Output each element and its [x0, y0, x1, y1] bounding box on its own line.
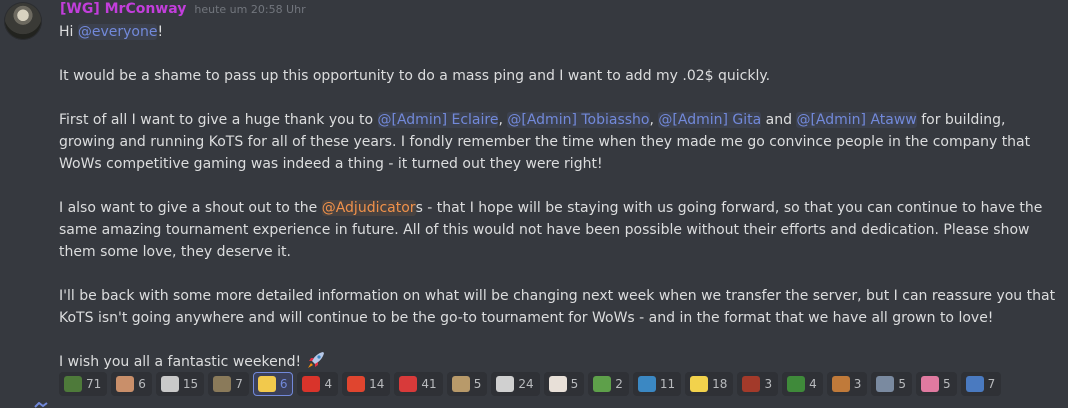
frog-face-emoji-icon	[787, 376, 806, 392]
avatar[interactable]	[4, 2, 42, 40]
reaction-cup[interactable]: 5	[543, 372, 585, 396]
reaction-soldier[interactable]: 7	[208, 372, 249, 396]
reaction-frog[interactable]: 71	[59, 372, 108, 396]
reaction-restroom[interactable]: 11	[632, 372, 682, 396]
reaction-ship-blue[interactable]: 7	[960, 372, 1002, 396]
p2-sep-3: and	[761, 112, 797, 128]
reaction-count: 3	[764, 377, 773, 391]
reaction-count: 3	[853, 377, 862, 391]
paragraph-3: I also want to give a shout out to the @…	[59, 197, 1059, 263]
reaction-count: 41	[421, 377, 437, 391]
reaction-person[interactable]: 3	[826, 372, 868, 396]
mention-ataww[interactable]: @[Admin] Ataww	[796, 112, 917, 128]
mention-everyone[interactable]: @everyone	[77, 24, 158, 40]
reaction-count: 5	[473, 377, 482, 391]
reaction-count: 7	[987, 377, 996, 391]
message-content: Hi @everyone! It would be a shame to pas…	[59, 21, 1059, 373]
emoji-picker-hint-icon	[34, 402, 48, 408]
reaction-splat[interactable]: 3	[737, 372, 779, 396]
reaction-count: 5	[943, 377, 951, 391]
banner-emoji-icon	[496, 376, 515, 392]
reaction-count: 2	[615, 377, 623, 391]
reaction-banner[interactable]: 24	[491, 372, 540, 396]
reaction-heart[interactable]: 5	[916, 372, 957, 396]
reaction-bar[interactable]: 18	[685, 372, 734, 396]
devil-emoji-icon	[302, 376, 321, 392]
pepe-emoji-icon	[593, 376, 612, 392]
cup-emoji-icon	[548, 376, 567, 392]
reaction-count: 18	[712, 377, 728, 391]
reaction-no[interactable]: 41	[394, 372, 443, 396]
reaction-pikachu[interactable]: 6	[252, 372, 294, 396]
reaction-flag[interactable]: 15	[155, 372, 205, 396]
paragraph-4: I'll be back with some more detailed inf…	[59, 288, 1056, 326]
p2-text-start: First of all I want to give a huge thank…	[59, 112, 378, 128]
reaction-count: 5	[898, 377, 907, 391]
reaction-count: 11	[659, 377, 676, 391]
p3-text-start: I also want to give a shout out to the	[59, 200, 322, 216]
reaction-count: 6	[279, 377, 288, 391]
face-emoji-icon	[116, 376, 135, 392]
reaction-count: 4	[809, 377, 817, 391]
flag-emoji-icon	[160, 376, 179, 392]
soldier-emoji-icon	[213, 376, 232, 392]
p5-text: I wish you all a fantastic weekend!	[59, 354, 306, 370]
heart-emoji-icon	[921, 376, 940, 392]
reaction-fire[interactable]: 14	[342, 372, 391, 396]
rocket-icon	[307, 352, 324, 368]
reaction-count: 4	[324, 377, 333, 391]
reaction-face[interactable]: 6	[111, 372, 152, 396]
message: [WG] MrConway heute um 20:58 Uhr Hi @eve…	[0, 0, 1068, 408]
reaction-count: 14	[369, 377, 385, 391]
mention-eclaire[interactable]: @[Admin] Eclaire	[377, 112, 499, 128]
greeting-end: !	[157, 24, 164, 40]
no-emoji-icon	[399, 376, 418, 392]
mention-adjudicator[interactable]: @Adjudicator	[321, 200, 416, 216]
reaction-count: 6	[138, 377, 146, 391]
reaction-count: 5	[570, 377, 579, 391]
reaction-bar: 71 6 15 7 6 4 14 41 5 24 5 2 11 18 3 4 3 5 5 7	[59, 372, 1002, 396]
frog-emoji-icon	[64, 376, 82, 392]
mention-gita[interactable]: @[Admin] Gita	[658, 112, 762, 128]
reaction-devil[interactable]: 4	[297, 372, 339, 396]
reaction-count: 15	[182, 377, 199, 391]
person-emoji-icon	[831, 376, 850, 392]
message-header: [WG] MrConway heute um 20:58 Uhr	[60, 1, 306, 21]
reaction-bird[interactable]: 5	[446, 372, 488, 396]
reaction-count: 24	[518, 377, 534, 391]
restroom-emoji-icon	[637, 376, 656, 392]
greeting-text: Hi	[59, 24, 78, 40]
paragraph-1: It would be a shame to pass up this oppo…	[59, 68, 771, 84]
bird-emoji-icon	[451, 376, 470, 392]
reaction-count: 7	[235, 377, 243, 391]
splat-emoji-icon	[742, 376, 761, 392]
ship-blue-emoji-icon	[965, 376, 984, 392]
bar-emoji-icon	[690, 376, 709, 392]
ship-emoji-icon	[876, 376, 895, 392]
timestamp: heute um 20:58 Uhr	[194, 3, 306, 16]
pikachu-emoji-icon	[257, 376, 276, 392]
paragraph-5: I wish you all a fantastic weekend!	[59, 351, 1059, 373]
greeting-line: Hi @everyone!	[59, 21, 1059, 43]
reaction-ship[interactable]: 5	[871, 372, 913, 396]
paragraph-2: First of all I want to give a huge thank…	[59, 109, 1059, 175]
reaction-count: 71	[86, 377, 102, 391]
reaction-frog-face[interactable]: 4	[782, 372, 823, 396]
author-name[interactable]: [WG] MrConway	[60, 1, 186, 17]
mention-tobiassho[interactable]: @[Admin] Tobiassho	[507, 112, 650, 128]
fire-emoji-icon	[347, 376, 366, 392]
reaction-pepe[interactable]: 2	[588, 372, 629, 396]
